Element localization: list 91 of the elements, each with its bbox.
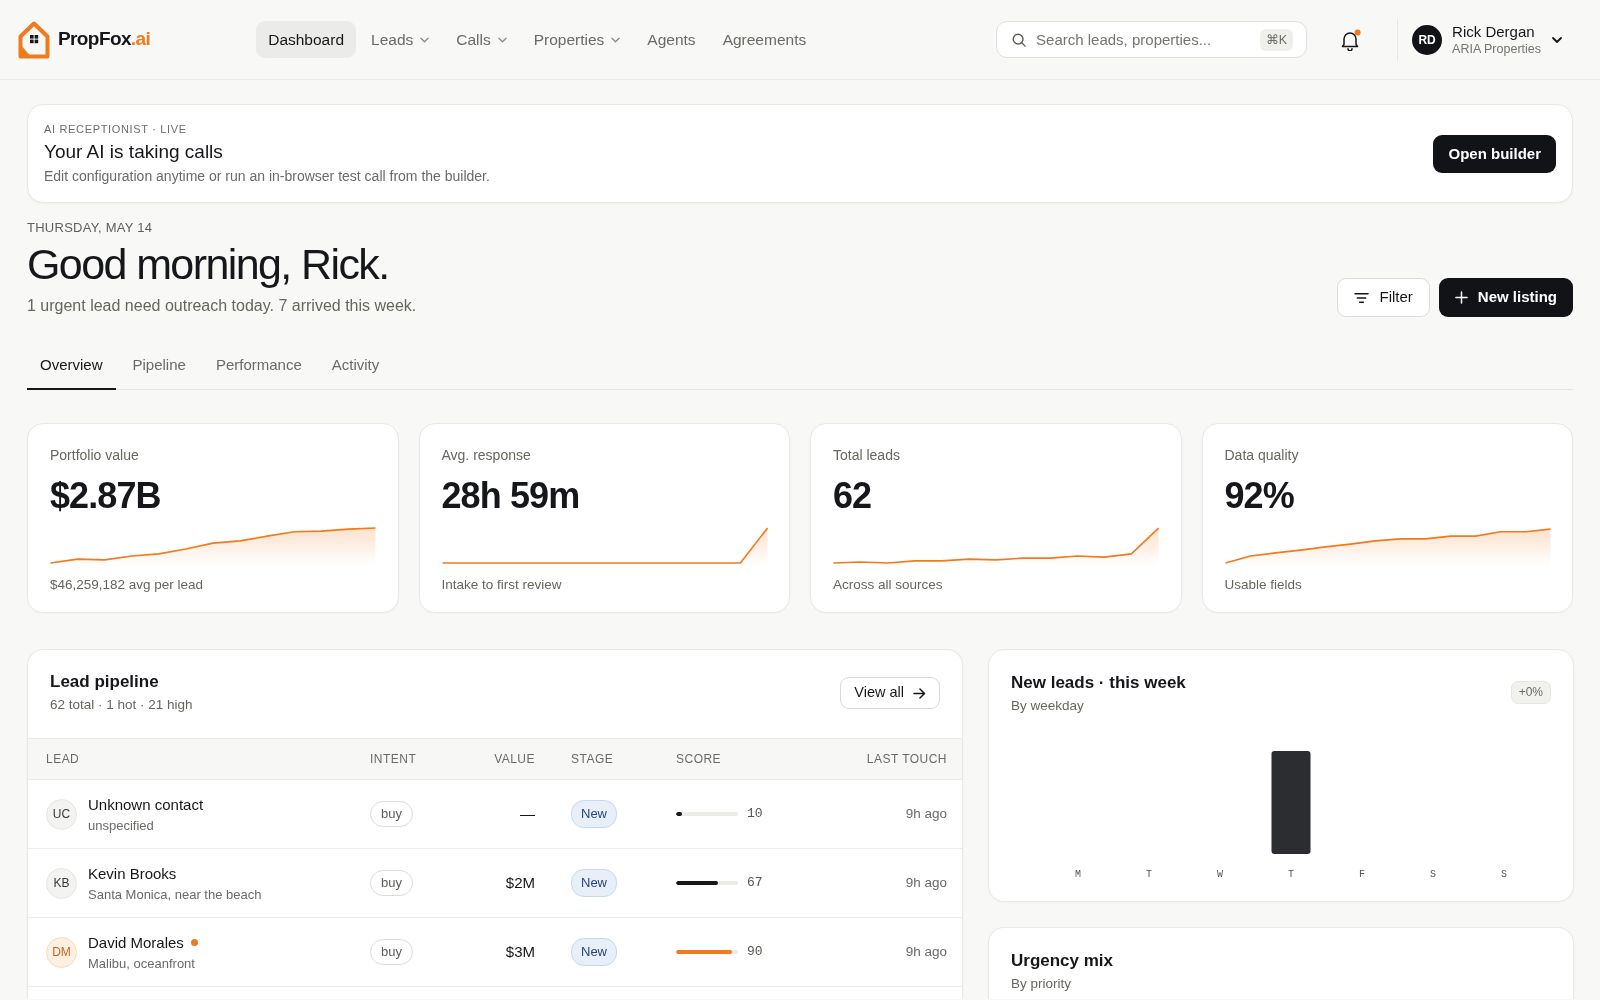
lead-value: —: [520, 804, 535, 822]
axis-label: W: [1217, 869, 1223, 880]
filter-button[interactable]: Filter: [1337, 278, 1430, 317]
lead-avatar: UC: [46, 798, 77, 830]
nav-link[interactable]: Leads: [359, 21, 442, 58]
stat-label: Portfolio value: [50, 446, 140, 464]
lead-name: Unknown contact: [88, 794, 204, 814]
house-logo-icon[interactable]: [17, 19, 51, 60]
column-header: STAGE: [571, 752, 614, 766]
axis-label: T: [1146, 869, 1152, 880]
axis-label: M: [1075, 869, 1081, 880]
tab[interactable]: Pipeline: [119, 345, 199, 390]
column-header: INTENT: [370, 752, 417, 766]
card-subtitle: By priority: [1011, 975, 1072, 993]
card-title: Urgency mix: [1011, 950, 1115, 972]
column-header: LAST TOUCH: [866, 752, 947, 766]
nav-link[interactable]: Calls: [444, 21, 519, 58]
view-all-button[interactable]: View all: [840, 677, 940, 709]
nav-link[interactable]: Agreements: [710, 21, 819, 58]
last-touch-time: 9h ago: [905, 944, 947, 960]
axis-label: S: [1501, 869, 1507, 880]
card-subtitle: 62 total · 1 hot · 21 high: [50, 696, 193, 714]
card-title: Lead pipeline: [50, 671, 160, 693]
axis-label: S: [1430, 869, 1436, 880]
stat-caption: Across all sources: [833, 576, 944, 594]
banner-text: Edit configuration anytime or run an in-browser test call from the builder.: [44, 167, 490, 186]
axis-label: T: [1288, 869, 1294, 880]
lead-value: $3M: [505, 942, 535, 960]
score-number: 10: [747, 805, 763, 824]
arrow-right-icon: [913, 687, 926, 699]
new-listing-button[interactable]: New listing: [1438, 278, 1573, 317]
date-label: THURSDAY, MAY 14: [27, 220, 154, 235]
chevron-down-icon: [611, 36, 621, 43]
banner-eyebrow: AI RECEPTIONIST · LIVE: [44, 122, 188, 136]
card-title: New leads · this week: [1011, 672, 1186, 694]
keyboard-shortcut: ⌘K: [1259, 29, 1294, 51]
chevron-down-icon[interactable]: [1552, 36, 1562, 43]
last-touch-time: 9h ago: [905, 875, 947, 891]
lead-detail: unspecified: [88, 816, 155, 834]
intent-tag: buy: [370, 870, 413, 896]
column-header: VALUE: [494, 752, 535, 766]
stat-caption: $46,259,182 avg per lead: [50, 576, 205, 594]
lead-detail: Malibu, oceanfront: [88, 954, 196, 972]
greeting-summary: 1 urgent lead need outreach today. 7 arrived this week.: [27, 296, 417, 316]
search-icon: [1012, 33, 1027, 47]
intent-tag: buy: [370, 939, 413, 965]
column-header: LEAD: [46, 752, 80, 766]
stat-value: 28h 59m: [441, 474, 581, 518]
lead-avatar: DM: [46, 936, 77, 968]
stat-value: 92%: [1224, 474, 1295, 518]
stat-value: 62: [833, 474, 873, 518]
lead-avatar: KB: [46, 867, 77, 899]
stat-label: Avg. response: [441, 446, 532, 464]
stat-value: $2.87B: [50, 474, 162, 518]
tab[interactable]: Performance: [202, 345, 315, 390]
stat-caption: Intake to first review: [441, 576, 563, 594]
lead-detail: Santa Monica, near the beach: [88, 885, 262, 903]
user-avatar[interactable]: RD: [1412, 24, 1443, 55]
open-builder-button[interactable]: Open builder: [1433, 135, 1556, 173]
nav-link[interactable]: Properties: [521, 21, 633, 58]
stage-badge: New: [571, 869, 617, 897]
intent-tag: buy: [370, 801, 413, 827]
lead-name: Kevin Brooks: [88, 863, 177, 883]
plus-icon: [1454, 291, 1468, 304]
score-number: 90: [747, 943, 763, 962]
stat-label: Total leads: [833, 446, 901, 464]
last-touch-time: 9h ago: [905, 806, 947, 822]
nav-link[interactable]: Dashboard: [256, 21, 356, 58]
greeting-heading: Good morning, Rick.: [27, 239, 390, 289]
card-subtitle: By weekday: [1011, 697, 1085, 715]
bell-with-dot-icon[interactable]: [1339, 28, 1362, 51]
chevron-down-icon: [497, 36, 507, 43]
logo-wordmark[interactable]: PropFox.ai: [58, 25, 151, 54]
user-organization: ARIA Properties: [1452, 40, 1541, 57]
stat-label: Data quality: [1224, 446, 1300, 464]
nav-link[interactable]: Agents: [635, 21, 708, 58]
filter-icon: [1354, 291, 1370, 304]
column-header: SCORE: [676, 752, 722, 766]
chevron-down-icon: [420, 36, 430, 43]
lead-name: David Morales: [88, 932, 184, 952]
tab[interactable]: Activity: [318, 345, 393, 390]
stage-badge: New: [571, 938, 617, 966]
tab[interactable]: Overview: [27, 345, 116, 390]
change-badge: +0%: [1510, 681, 1551, 704]
axis-label: F: [1359, 869, 1365, 880]
user-name: Rick Dergan: [1452, 22, 1536, 41]
score-number: 67: [747, 874, 763, 893]
lead-value: $2M: [505, 873, 535, 891]
stat-caption: Usable fields: [1224, 576, 1303, 594]
banner-title: Your AI is taking calls: [44, 140, 224, 164]
stage-badge: New: [571, 800, 617, 828]
